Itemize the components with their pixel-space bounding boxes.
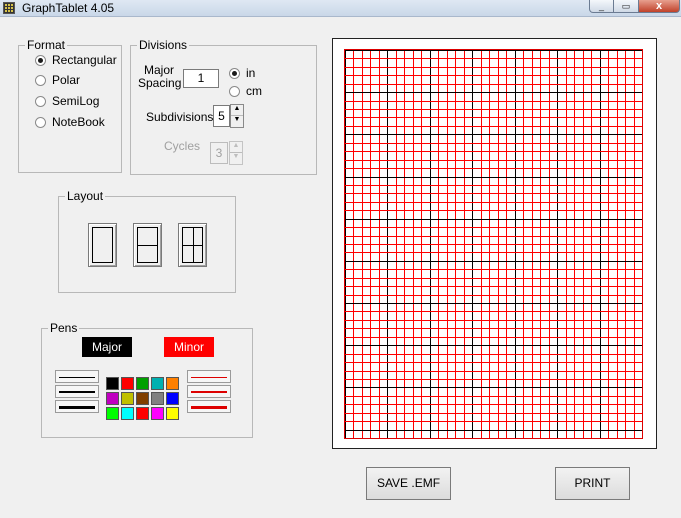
color-swatch[interactable] bbox=[106, 407, 119, 420]
format-legend: Format bbox=[25, 38, 68, 52]
minimize-button[interactable]: _ bbox=[589, 0, 614, 13]
format-option-rectangular[interactable]: Rectangular bbox=[35, 53, 117, 67]
radio-icon bbox=[35, 74, 46, 86]
unit-cm-radio[interactable]: cm bbox=[229, 84, 262, 98]
radio-icon bbox=[35, 116, 46, 128]
color-swatch[interactable] bbox=[136, 377, 149, 390]
spin-down-icon: ▼ bbox=[232, 153, 240, 160]
color-swatch[interactable] bbox=[151, 407, 164, 420]
pens-legend: Pens bbox=[48, 321, 80, 335]
minor-line-thin-button[interactable] bbox=[187, 370, 231, 383]
radio-icon bbox=[35, 54, 46, 66]
subdivisions-input[interactable]: 5 bbox=[213, 105, 230, 127]
color-swatch[interactable] bbox=[121, 392, 134, 405]
subdivisions-label: Subdivisions bbox=[146, 110, 214, 124]
major-spacing-input[interactable]: 1 bbox=[183, 69, 219, 88]
major-spacing-label-line2: Spacing bbox=[138, 76, 182, 90]
color-swatch[interactable] bbox=[151, 377, 164, 390]
radio-icon bbox=[229, 67, 240, 79]
minor-pen-button[interactable]: Minor bbox=[164, 337, 214, 357]
split-quad-icon bbox=[182, 227, 203, 263]
print-button[interactable]: PRINT bbox=[555, 467, 630, 500]
graph-app-icon bbox=[3, 2, 15, 14]
single-page-icon bbox=[92, 227, 113, 263]
format-option-polar[interactable]: Polar bbox=[35, 73, 80, 87]
close-button[interactable]: x bbox=[638, 0, 680, 13]
format-option-notebook[interactable]: NoteBook bbox=[35, 115, 105, 129]
cycles-input: 3 bbox=[210, 142, 228, 164]
major-pen-button[interactable]: Major bbox=[82, 337, 132, 357]
color-swatch[interactable] bbox=[106, 392, 119, 405]
major-line-thin-button[interactable] bbox=[55, 370, 99, 383]
cycles-label: Cycles bbox=[164, 139, 201, 153]
color-swatch[interactable] bbox=[151, 392, 164, 405]
maximize-button[interactable]: ▭ bbox=[613, 0, 639, 13]
layout-legend: Layout bbox=[65, 189, 106, 203]
unit-in-radio[interactable]: in bbox=[229, 66, 255, 80]
subdivisions-spinner[interactable]: ▲ ▼ bbox=[230, 104, 244, 128]
color-swatch[interactable] bbox=[166, 407, 179, 420]
cycles-spinner: ▲ ▼ bbox=[229, 141, 243, 165]
major-line-thick-button[interactable] bbox=[55, 400, 99, 413]
app-window: GraphTablet 4.05 _ ▭ x Format Rectangula… bbox=[0, 0, 681, 518]
unit-cm-label: cm bbox=[246, 84, 262, 98]
format-option-semilog[interactable]: SemiLog bbox=[35, 94, 99, 108]
title-bar: GraphTablet 4.05 _ ▭ x bbox=[0, 0, 681, 17]
divisions-legend: Divisions bbox=[137, 38, 190, 52]
minor-line-medium-button[interactable] bbox=[187, 385, 231, 398]
save-emf-button[interactable]: SAVE .EMF bbox=[366, 467, 451, 500]
color-swatch[interactable] bbox=[121, 407, 134, 420]
window-title: GraphTablet 4.05 bbox=[22, 1, 115, 15]
format-option-label: SemiLog bbox=[52, 94, 100, 108]
major-spacing-label-line1: Major bbox=[144, 63, 175, 77]
color-swatch[interactable] bbox=[166, 392, 179, 405]
format-option-label: Polar bbox=[52, 73, 81, 87]
minor-line-thick-button[interactable] bbox=[187, 400, 231, 413]
color-swatch[interactable] bbox=[106, 377, 119, 390]
spin-up-icon: ▲ bbox=[230, 142, 242, 153]
color-swatch[interactable] bbox=[166, 377, 179, 390]
color-swatch[interactable] bbox=[136, 392, 149, 405]
radio-icon bbox=[229, 85, 240, 97]
format-option-label: Rectangular bbox=[52, 53, 117, 67]
spin-down-icon[interactable]: ▼ bbox=[231, 116, 243, 127]
unit-in-label: in bbox=[246, 66, 256, 80]
graph-paper bbox=[344, 49, 643, 439]
color-swatch[interactable] bbox=[136, 407, 149, 420]
layout-four-button[interactable] bbox=[178, 223, 207, 267]
major-line-medium-button[interactable] bbox=[55, 385, 99, 398]
format-option-label: NoteBook bbox=[52, 115, 105, 129]
color-swatch[interactable] bbox=[121, 377, 134, 390]
split-horizontal-icon bbox=[137, 227, 158, 263]
grid-lines bbox=[345, 50, 642, 438]
layout-two-horizontal-button[interactable] bbox=[133, 223, 162, 267]
layout-single-button[interactable] bbox=[88, 223, 117, 267]
radio-icon bbox=[35, 95, 46, 107]
spin-up-icon[interactable]: ▲ bbox=[231, 105, 243, 116]
